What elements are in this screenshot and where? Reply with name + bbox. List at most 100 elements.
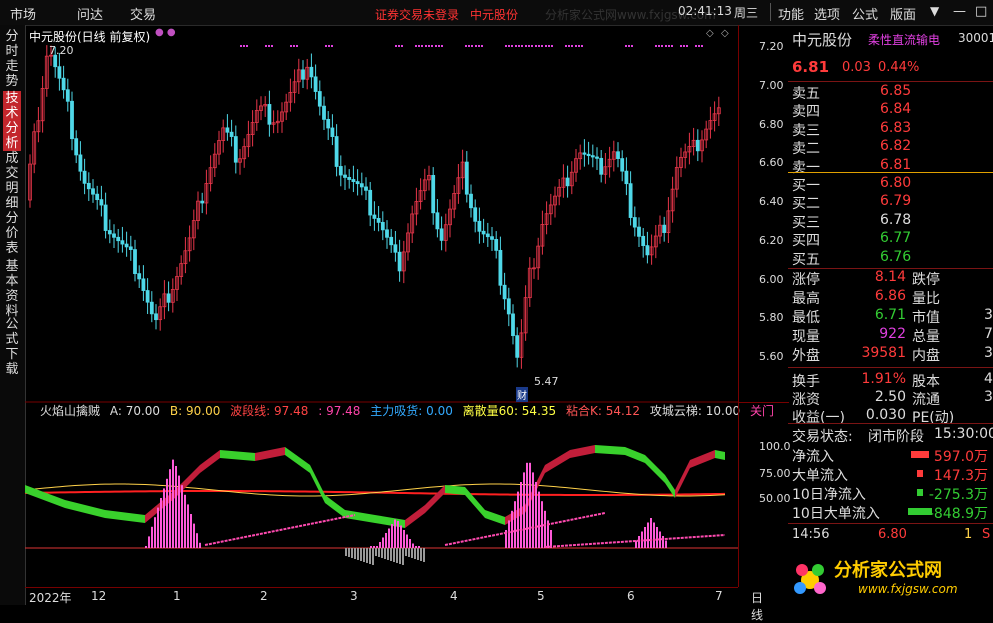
signal-dot [631, 45, 633, 47]
gray-bar [345, 548, 347, 556]
sell-row: 卖五 6.85 [792, 83, 992, 102]
indicator-name: 火焰山擒贼 [40, 404, 101, 418]
fire-bar [163, 488, 165, 548]
flow-label: 10日大单流入 [792, 506, 880, 522]
candle-body [511, 313, 515, 337]
candle-body [149, 301, 154, 315]
fire-bar [181, 485, 183, 548]
candle-body [620, 158, 625, 172]
fire-bar [644, 527, 646, 548]
fire-bar [538, 491, 540, 548]
menu-function[interactable]: 功能 [778, 4, 804, 23]
menu-wenda[interactable]: 问达 [77, 4, 103, 23]
menu-formula[interactable]: 公式 [852, 4, 878, 23]
fire-bar [154, 517, 156, 548]
tab-intraday[interactable]: 分时走势 [3, 29, 21, 89]
signal-dot [240, 45, 242, 47]
gray-bar [378, 548, 380, 557]
stat2-label: 换手 [792, 374, 820, 390]
tab-trades[interactable]: 成交明细 [3, 151, 21, 211]
buy-price: 6.80 [880, 175, 912, 191]
stat-value: 8.14 [874, 269, 906, 285]
chart-area[interactable]: 中元股份(日线 前复权) ● ● 7.20 5.47 财 ◇ ◇ [25, 25, 738, 587]
flow-label: 大单流入 [792, 468, 848, 484]
x-tick: 6 [627, 589, 635, 603]
indicator-kdj: 粘合K: 54.12 [565, 404, 641, 418]
menu-options[interactable]: 选项 [814, 4, 840, 23]
cai-badge[interactable]: 财 [516, 387, 528, 402]
menu-market[interactable]: 市场 [10, 4, 36, 23]
gray-bar [351, 548, 353, 558]
flow-bar [917, 470, 923, 477]
candle-body [582, 152, 587, 155]
maximize-icon[interactable]: □ [975, 4, 987, 19]
minimize-icon[interactable]: — [953, 4, 966, 19]
gray-bar [348, 548, 350, 557]
trade-state-label: 交易状态: [792, 429, 853, 445]
diamond-icon[interactable]: ◇ [706, 28, 714, 39]
login-status[interactable]: 证券交易未登录 [375, 6, 459, 23]
stat-label: 外盘 [792, 348, 820, 364]
diamond-icon-2[interactable]: ◇ [721, 28, 729, 39]
wave-band [65, 500, 105, 518]
fire-bar [517, 491, 519, 548]
signal-dot [475, 45, 477, 47]
fire-bar [508, 520, 510, 548]
candle-body [477, 220, 482, 232]
y-tick: 6.20 [759, 234, 784, 247]
candle-body [490, 236, 494, 240]
signal-dot [581, 45, 583, 47]
flow-value: -275.3万 [928, 487, 988, 503]
sell-label: 卖二 [792, 141, 820, 158]
signal-dot [325, 45, 327, 47]
tab-fundamentals[interactable]: 基本资料 [3, 259, 21, 319]
tab-technical[interactable]: 技术分析 [3, 91, 21, 151]
sell-label: 卖一 [792, 159, 820, 176]
kline-chart[interactable] [25, 25, 738, 587]
menu-trade[interactable]: 交易 [130, 4, 156, 23]
gray-bar [381, 548, 383, 558]
signal-dot [438, 45, 440, 47]
tab-price-table[interactable]: 分价表 [3, 211, 21, 256]
stat-value: 6.71 [874, 307, 906, 323]
y-tick: 6.00 [759, 273, 784, 286]
flow-label: 净流入 [792, 449, 834, 465]
candle-body [326, 118, 331, 129]
gray-bar [417, 548, 419, 560]
signal-dot [328, 45, 330, 47]
flow-row: 净流入 597.0万 [792, 446, 992, 465]
candle-body [103, 204, 108, 231]
signal-dot [680, 45, 682, 47]
chevron-down-icon[interactable]: ▼ [930, 4, 939, 18]
x-tick: 3 [350, 589, 358, 603]
stat-label2: 内盘 [912, 348, 940, 364]
menu-layout[interactable]: 版面 [890, 4, 916, 23]
candle-body [364, 186, 368, 191]
ind-tick: 75.00 [759, 467, 791, 480]
stat-value2: 3 [984, 307, 993, 323]
fire-bar [406, 534, 408, 548]
signal-dot [525, 45, 527, 47]
tick-price: 6.80 [878, 527, 907, 542]
x-tick: 1 [173, 589, 181, 603]
current-price: 6.81 [792, 58, 830, 76]
fire-bar [403, 530, 405, 548]
fire-bar [662, 536, 664, 548]
gray-bar [408, 548, 410, 557]
gray-bar [384, 548, 386, 559]
period-label[interactable]: 日线 [751, 589, 763, 623]
candle-body [309, 66, 314, 78]
signal-dot [471, 45, 473, 47]
indicator-attack: 攻城云梯: 10.00 [649, 404, 741, 418]
tab-formula-download[interactable]: 公式下载 [3, 317, 21, 377]
signal-dot [578, 45, 580, 47]
signal-dot [435, 45, 437, 47]
fire-bar [370, 546, 372, 548]
buy-row: 买四 6.77 [792, 230, 992, 249]
trade-state: 闭市阶段 [868, 429, 924, 445]
concept-tag[interactable]: 柔性直流输电 [868, 31, 940, 48]
signal-dot [478, 45, 480, 47]
wave-band [675, 460, 690, 498]
candle-body [435, 212, 440, 230]
buy-price: 6.79 [880, 193, 912, 210]
